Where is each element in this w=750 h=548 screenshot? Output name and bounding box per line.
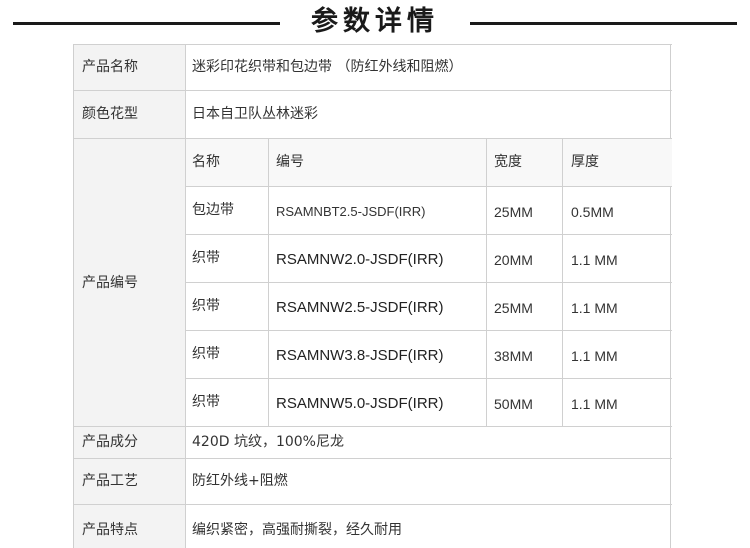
item-code: RSAMNW2.5-JSDF(IRR) [276,299,444,316]
value-product-name: 迷彩印花织带和包边带 （防红外线和阻燃） [192,59,463,75]
section-header: 参数详情 [0,0,750,44]
item-thickness: 0.5MM [571,204,614,220]
subtable-header-bg [186,138,672,186]
label-features: 产品特点 [82,522,138,538]
item-thickness: 1.1 MM [571,396,618,412]
item-code: RSAMNW2.0-JSDF(IRR) [276,251,444,268]
item-width: 20MM [494,252,533,268]
item-name: 织带 [192,346,220,362]
header-rule-left [13,22,280,25]
item-thickness: 1.1 MM [571,252,618,268]
item-name: 织带 [192,394,220,410]
item-thickness: 1.1 MM [571,348,618,364]
item-name: 包边带 [192,202,234,218]
value-composition: 420D 坑纹，100%尼龙 [192,434,344,450]
item-width: 25MM [494,204,533,220]
subtable-header-width: 宽度 [494,154,522,170]
item-thickness: 1.1 MM [571,300,618,316]
label-process: 产品工艺 [82,473,138,489]
spec-table: 产品名称 迷彩印花织带和包边带 （防红外线和阻燃） 颜色花型 日本自卫队丛林迷彩… [73,44,672,548]
value-process: 防红外线+阻燃 [192,473,288,489]
item-code: RSAMNW5.0-JSDF(IRR) [276,395,444,412]
section-title: 参数详情 [311,6,439,37]
label-product-name: 产品名称 [82,59,138,75]
label-pattern: 颜色花型 [82,106,138,122]
subtable-header-code: 编号 [276,154,304,170]
item-name: 织带 [192,250,220,266]
header-rule-right [470,22,737,25]
item-width: 38MM [494,348,533,364]
item-width: 25MM [494,300,533,316]
item-code: RSAMNW3.8-JSDF(IRR) [276,347,444,364]
item-code: RSAMNBT2.5-JSDF(IRR) [276,204,426,219]
label-product-code: 产品编号 [82,275,138,291]
label-composition: 产品成分 [82,434,138,450]
value-pattern: 日本自卫队丛林迷彩 [192,106,318,122]
item-name: 织带 [192,298,220,314]
subtable-header-name: 名称 [192,154,220,170]
subtable-header-thickness: 厚度 [571,154,599,170]
item-width: 50MM [494,396,533,412]
value-features: 编织紧密，高强耐撕裂，经久耐用 [192,522,402,538]
